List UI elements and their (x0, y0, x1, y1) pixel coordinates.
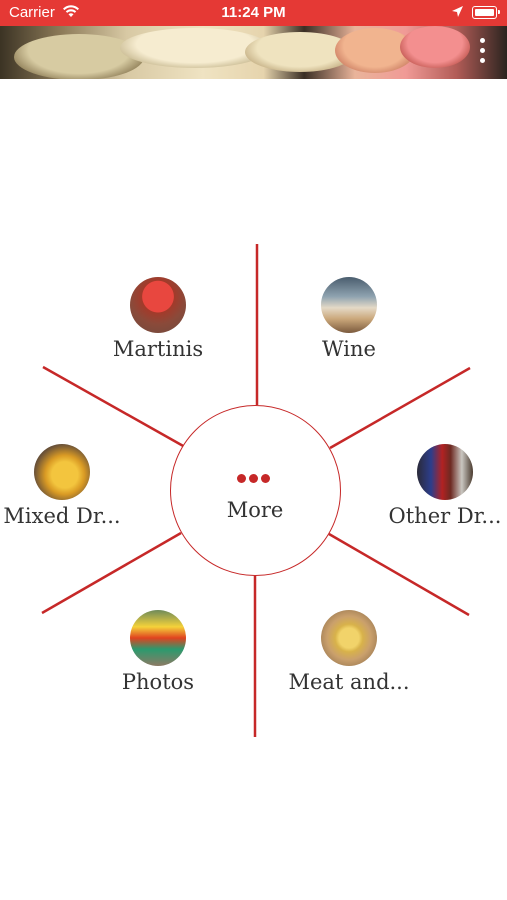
menu-item-wine[interactable]: Wine (274, 277, 424, 361)
wine-thumbnail (321, 277, 377, 333)
mixed-drink-thumbnail (34, 444, 90, 500)
martini-thumbnail (130, 277, 186, 333)
status-bar: Carrier 11:24 PM (0, 0, 507, 26)
battery-icon (472, 6, 500, 19)
divider-line (42, 365, 186, 449)
vertical-dots-menu-icon[interactable] (477, 38, 487, 68)
location-arrow-icon (451, 5, 464, 22)
header-banner (0, 26, 507, 79)
radial-menu: More Martinis Wine Mixed Dr... Other Dr.… (0, 79, 507, 900)
menu-item-label: Wine (322, 337, 376, 361)
menu-item-meat-and[interactable]: Meat and... (274, 610, 424, 694)
divider-line (41, 531, 182, 615)
menu-item-label: Meat and... (288, 670, 410, 694)
menu-item-label: Other Dr... (388, 504, 502, 528)
menu-item-photos[interactable]: Photos (83, 610, 233, 694)
martini-glass-image (400, 26, 470, 68)
more-button[interactable]: More (170, 405, 341, 576)
divider-line (328, 532, 470, 617)
menu-item-other-drinks[interactable]: Other Dr... (370, 444, 507, 528)
meat-thumbnail (321, 610, 377, 666)
menu-item-label: Martinis (112, 337, 204, 361)
menu-item-label: Photos (121, 670, 195, 694)
menu-item-martinis[interactable]: Martinis (83, 277, 233, 361)
photos-thumbnail (130, 610, 186, 666)
three-dots-icon (237, 468, 277, 483)
clock: 11:24 PM (221, 4, 286, 21)
more-label: More (226, 498, 284, 522)
menu-item-label: Mixed Dr... (3, 504, 121, 528)
other-drinks-thumbnail (417, 444, 473, 500)
divider-line (329, 366, 471, 450)
menu-item-mixed-drinks[interactable]: Mixed Dr... (0, 444, 137, 528)
